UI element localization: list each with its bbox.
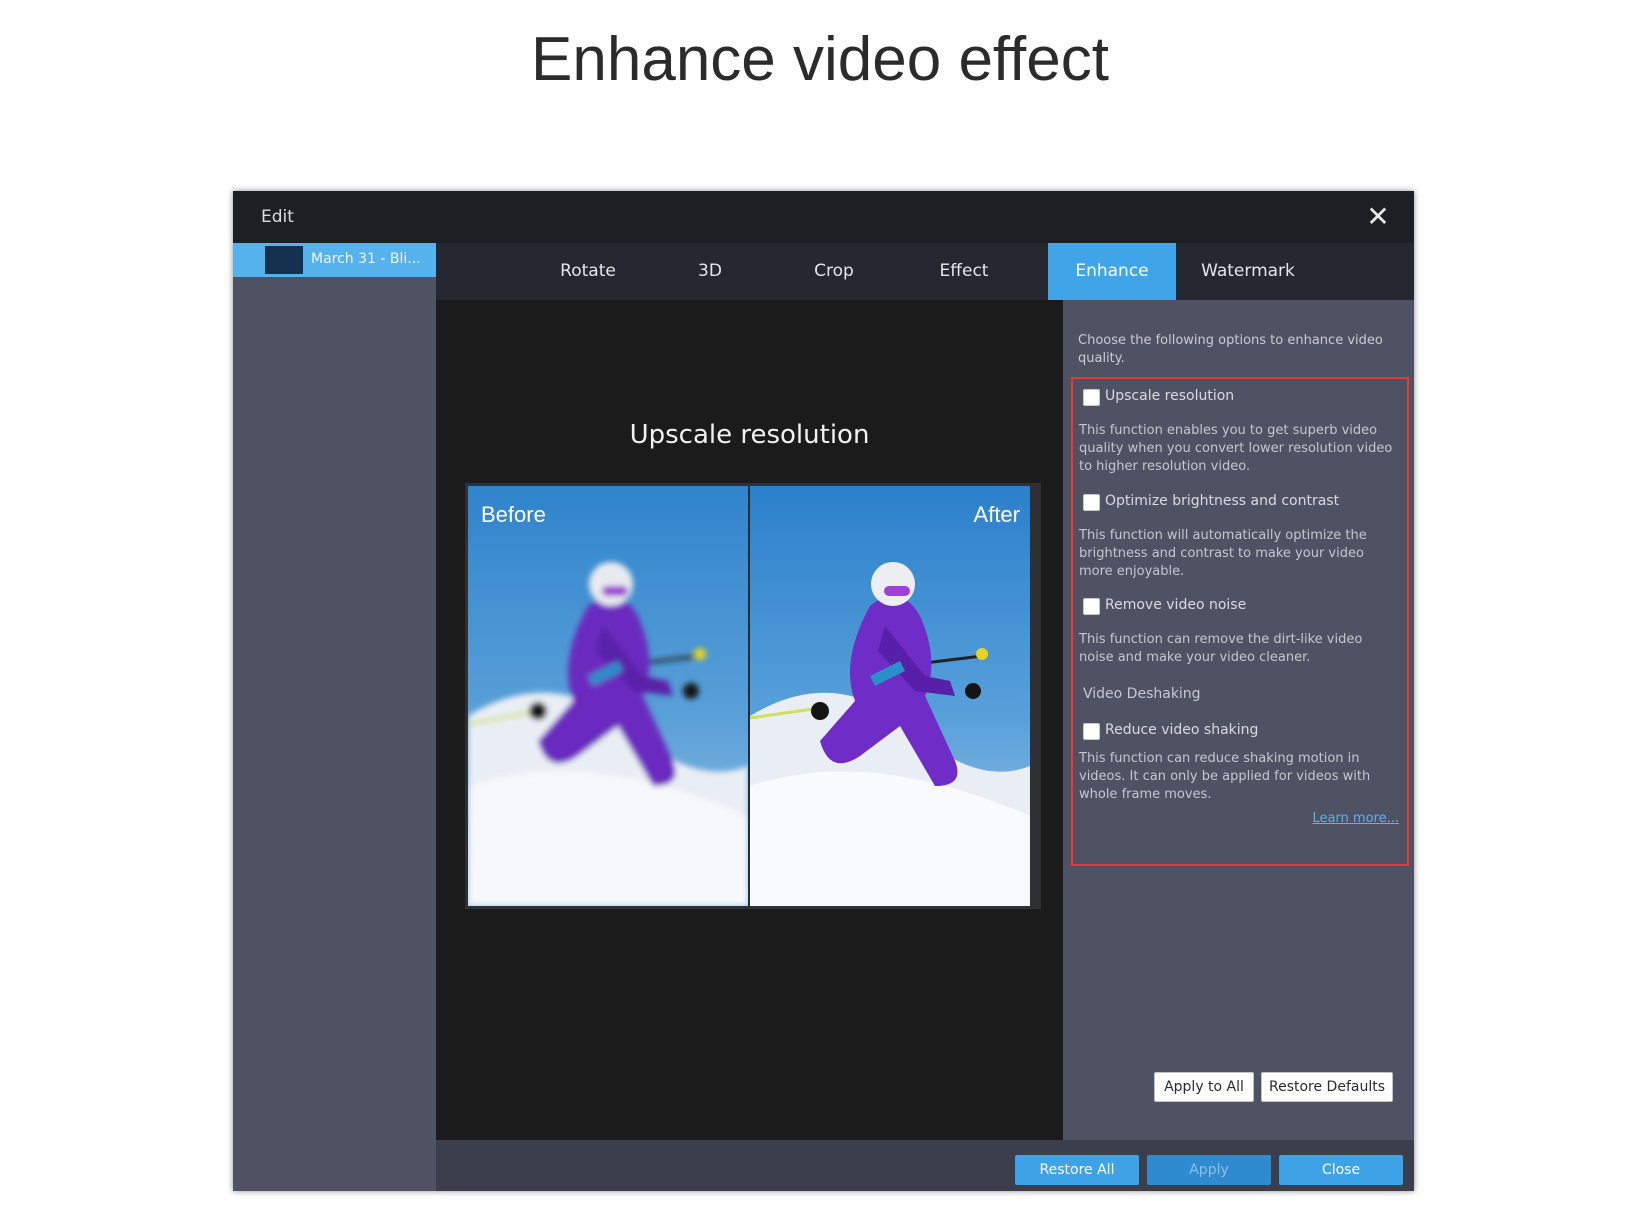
window-titlebar: Edit ✕ <box>233 191 1414 243</box>
tab-rotate[interactable]: Rotate <box>528 243 648 300</box>
tab-3d[interactable]: 3D <box>660 243 760 300</box>
after-image: After <box>750 486 1030 906</box>
before-after-comparison: Before After <box>465 483 1041 909</box>
dialog-footer: Restore All Apply Close <box>436 1140 1414 1191</box>
enhance-options-panel: Choose the following options to enhance … <box>1063 300 1414 1140</box>
optimize-brightness-label: Optimize brightness and contrast <box>1105 493 1340 509</box>
tab-crop[interactable]: Crop <box>774 243 894 300</box>
apply-button[interactable]: Apply <box>1147 1155 1271 1185</box>
before-label: Before <box>481 502 546 527</box>
skier-after-image <box>750 486 1030 906</box>
file-list-item[interactable]: March 31 - Bli... <box>233 243 436 277</box>
file-sidebar: March 31 - Bli... <box>233 243 436 1191</box>
tab-enhance[interactable]: Enhance <box>1048 243 1176 300</box>
optimize-brightness-checkbox[interactable] <box>1083 494 1100 511</box>
apply-to-all-button[interactable]: Apply to All <box>1154 1072 1254 1102</box>
before-image: Before <box>468 486 748 906</box>
enhance-options-box: Upscale resolution This function enables… <box>1071 377 1409 866</box>
remove-noise-label: Remove video noise <box>1105 597 1247 613</box>
tab-effect[interactable]: Effect <box>904 243 1024 300</box>
skier-before-image <box>468 486 748 906</box>
edit-window: Edit ✕ March 31 - Bli... Rotate 3D Crop … <box>233 191 1414 1191</box>
restore-all-button[interactable]: Restore All <box>1015 1155 1139 1185</box>
restore-defaults-button[interactable]: Restore Defaults <box>1261 1072 1393 1102</box>
learn-more-link[interactable]: Learn more... <box>1312 811 1399 826</box>
upscale-resolution-checkbox[interactable] <box>1083 389 1100 406</box>
upscale-resolution-label: Upscale resolution <box>1105 388 1235 404</box>
preview-heading: Upscale resolution <box>629 420 870 450</box>
close-icon[interactable]: ✕ <box>1362 201 1394 233</box>
optimize-brightness-description: This function will automatically optimiz… <box>1079 528 1367 579</box>
preview-area: Upscale resolution Before After <box>436 300 1063 1140</box>
reduce-shaking-label: Reduce video shaking <box>1105 722 1259 738</box>
remove-noise-description: This function can remove the dirt-like v… <box>1079 632 1363 665</box>
deshaking-section-label: Video Deshaking <box>1083 686 1201 702</box>
tab-watermark[interactable]: Watermark <box>1176 243 1320 300</box>
edit-tabs: Rotate 3D Crop Effect Enhance Watermark <box>436 243 1414 300</box>
close-button[interactable]: Close <box>1279 1155 1403 1185</box>
file-name: March 31 - Bli... <box>311 251 421 267</box>
remove-noise-checkbox[interactable] <box>1083 598 1100 615</box>
reduce-shaking-description: This function can reduce shaking motion … <box>1079 751 1371 802</box>
panel-intro: Choose the following options to enhance … <box>1078 333 1383 366</box>
video-thumbnail <box>265 246 303 274</box>
window-title: Edit <box>261 207 294 227</box>
after-label: After <box>973 502 1020 527</box>
page-title: Enhance video effect <box>531 25 1109 94</box>
reduce-shaking-checkbox[interactable] <box>1083 723 1100 740</box>
upscale-resolution-description: This function enables you to get superb … <box>1079 423 1393 474</box>
